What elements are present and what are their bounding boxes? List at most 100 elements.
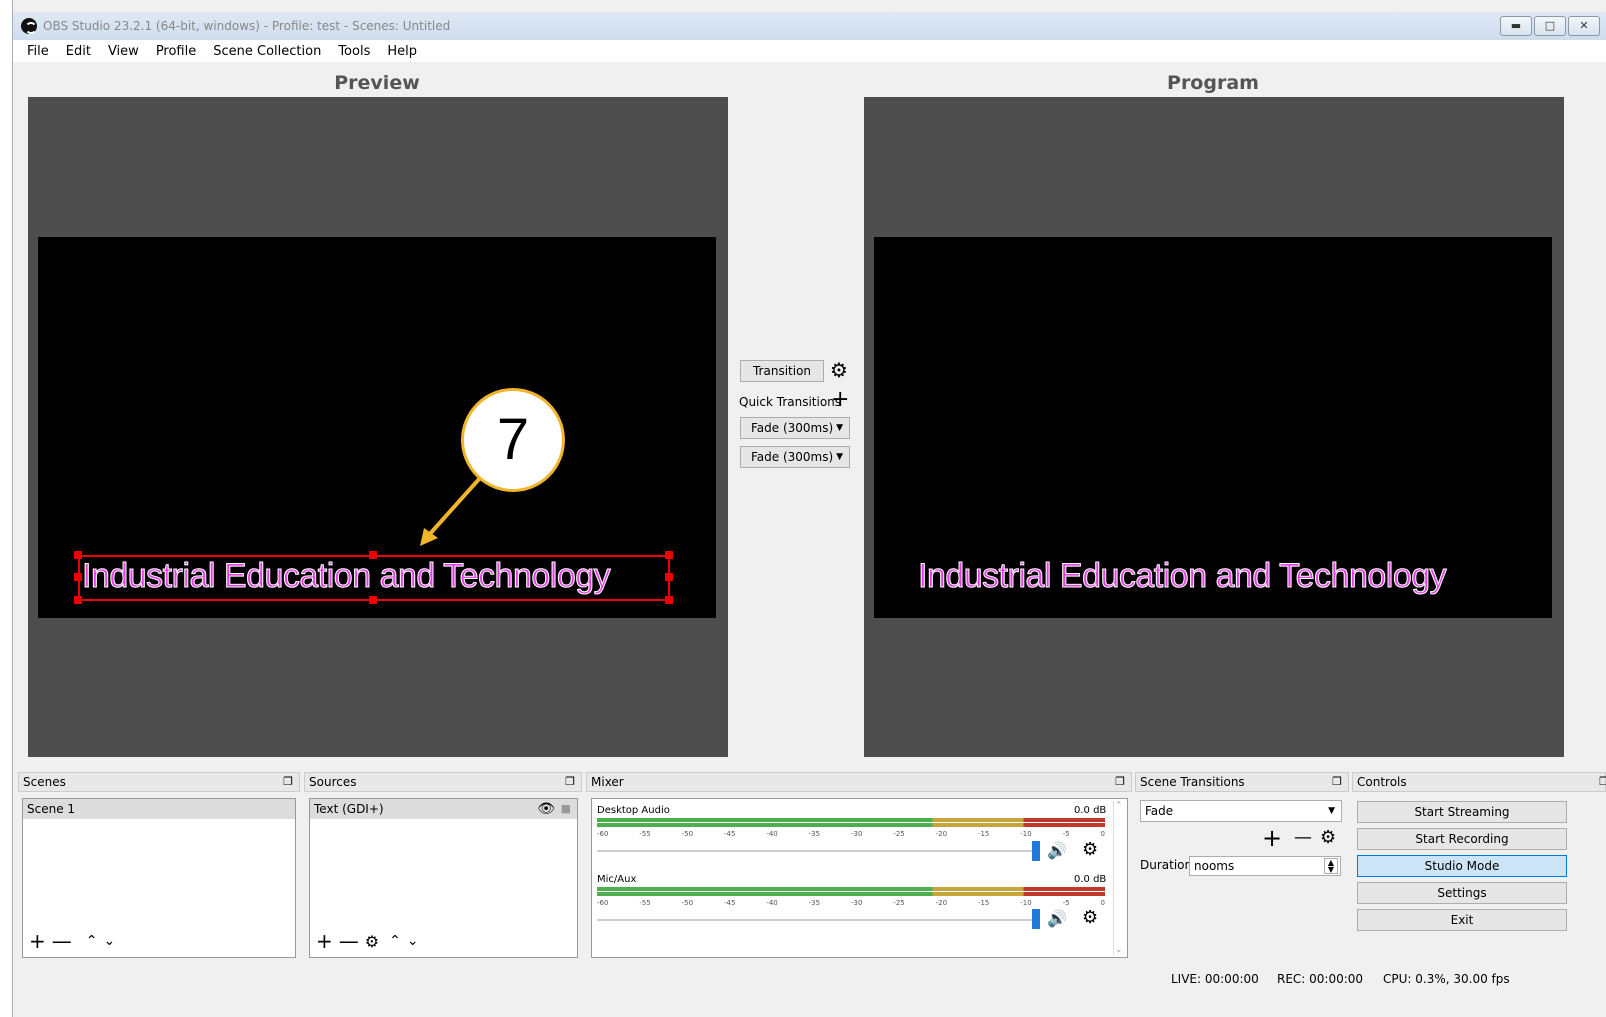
program-text-source: Industrial Education and Technology <box>917 557 1447 596</box>
source-item[interactable]: Text (GDI+) 👁 ■ <box>310 799 577 819</box>
meter-scale: -60 -55 -50 -45 -40 -35 -30 -25 -20 -15 -10 -5 0 <box>597 830 1105 838</box>
float-dock-icon[interactable]: ❐ <box>565 773 575 791</box>
scene-transitions-dock-header: Scene Transitions ❐ <box>1135 772 1349 792</box>
plus-icon[interactable]: + <box>831 387 849 412</box>
transition-select-value: Fade <box>1145 804 1174 818</box>
source-item-label: Text (GDI+) <box>314 802 384 816</box>
scene-transitions-dock-title: Scene Transitions <box>1140 775 1245 789</box>
scenes-list[interactable]: Scene 1 + — ⌃ ⌄ <box>22 798 296 958</box>
fade-dropdown[interactable]: Fade (300ms) ▼ <box>740 446 850 468</box>
mixer-dock-title: Mixer <box>591 775 624 789</box>
volume-meter <box>597 818 1105 830</box>
volume-slider-handle[interactable] <box>1032 841 1040 861</box>
menu-tools[interactable]: Tools <box>338 44 370 59</box>
cpu-fps: CPU: 0.3%, 30.00 fps <box>1383 972 1510 986</box>
resize-handle[interactable] <box>665 573 673 581</box>
speaker-icon[interactable]: 🔊 <box>1047 909 1067 928</box>
controls-dock-header: Controls ❐ <box>1352 772 1606 792</box>
volume-slider-handle[interactable] <box>1032 909 1040 929</box>
transition-select[interactable]: Fade ▼ <box>1140 800 1342 822</box>
float-dock-icon[interactable]: ❐ <box>1332 773 1342 791</box>
resize-handle[interactable] <box>665 596 673 604</box>
menu-edit[interactable]: Edit <box>66 44 91 59</box>
volume-slider[interactable] <box>597 919 1032 921</box>
gear-icon[interactable]: ⚙ <box>365 932 379 951</box>
preview-display[interactable]: Industrial Education and Technology <box>28 97 728 757</box>
mixer-panel: Desktop Audio 0.0 dB -60 -55 -50 -45 -40 -35-… <box>591 798 1128 958</box>
volume-meter <box>597 887 1105 899</box>
preview-text-source: Industrial Education and Technology <box>81 557 611 596</box>
gear-icon[interactable]: ⚙ <box>1320 827 1336 848</box>
start-recording-button[interactable]: Start Recording <box>1357 828 1567 850</box>
remove-source-icon[interactable]: — <box>339 929 359 953</box>
quick-transitions-label: Quick Transitions <box>739 395 842 409</box>
resize-handle[interactable] <box>665 551 673 559</box>
studio-mode-button[interactable]: Studio Mode <box>1357 855 1567 877</box>
sources-list[interactable]: Text (GDI+) 👁 ■ + — ⚙ ⌃ ⌄ <box>309 798 578 958</box>
minimize-button[interactable]: ▬ <box>1500 16 1532 36</box>
float-dock-icon[interactable]: ❐ <box>1115 773 1125 791</box>
step-callout: 7 <box>461 388 565 492</box>
move-down-icon[interactable]: ⌄ <box>407 933 419 949</box>
menu-file[interactable]: File <box>27 44 49 59</box>
settings-button[interactable]: Settings <box>1357 882 1567 904</box>
move-up-icon[interactable]: ⌃ <box>86 933 98 949</box>
menu-profile[interactable]: Profile <box>156 44 196 59</box>
resize-handle[interactable] <box>74 551 82 559</box>
sources-dock-title: Sources <box>309 775 357 789</box>
fade-dropdown-label: Fade (300ms) <box>751 421 834 435</box>
move-up-icon[interactable]: ⌃ <box>389 933 401 949</box>
speaker-icon[interactable]: 🔊 <box>1047 841 1067 860</box>
eye-icon[interactable]: 👁 <box>537 799 555 819</box>
resize-handle[interactable] <box>369 596 377 604</box>
add-scene-icon[interactable]: + <box>29 929 46 953</box>
duration-input[interactable]: nooms ▲ ▼ <box>1189 856 1341 876</box>
menu-bar: File Edit View Profile Scene Collection … <box>13 40 1606 62</box>
menu-scene-collection[interactable]: Scene Collection <box>213 44 321 59</box>
gear-icon[interactable]: ⚙ <box>1082 907 1098 928</box>
controls-dock-title: Controls <box>1357 775 1407 789</box>
move-down-icon[interactable]: ⌄ <box>104 933 116 949</box>
meter-scale: -60 -55 -50 -45 -40 -35 -30 -25 -20 -15 -10 -5 0 <box>597 899 1105 907</box>
volume-slider[interactable] <box>597 850 1032 852</box>
mixer-scrollbar[interactable]: ⌃ ⌄ <box>1113 801 1125 955</box>
lock-icon[interactable]: ■ <box>561 799 571 819</box>
obs-logo-icon <box>21 18 37 34</box>
title-bar: OBS Studio 23.2.1 (64-bit, windows) - Pr… <box>13 12 1606 40</box>
spinner-icon[interactable]: ▲ ▼ <box>1324 858 1338 874</box>
remove-scene-icon[interactable]: — <box>52 929 72 953</box>
menu-help[interactable]: Help <box>387 44 417 59</box>
float-dock-icon[interactable]: ❐ <box>1599 773 1606 791</box>
preview-canvas[interactable]: Industrial Education and Technology <box>38 237 716 618</box>
gear-icon[interactable]: ⚙ <box>1082 839 1098 860</box>
dropdown-arrow-icon: ▼ <box>1328 806 1335 816</box>
scene-item[interactable]: Scene 1 <box>23 799 295 819</box>
transition-panel: Transition ⚙ Quick Transitions + Fade (3… <box>728 357 864 468</box>
fade-dropdown[interactable]: Fade (300ms) ▼ <box>740 417 850 439</box>
duration-value: nooms <box>1194 859 1235 873</box>
start-streaming-button[interactable]: Start Streaming <box>1357 801 1567 823</box>
remove-transition-icon[interactable]: — <box>1294 827 1312 848</box>
duration-label: Duration <box>1140 858 1193 872</box>
live-timer: LIVE: 00:00:00 <box>1171 972 1259 986</box>
dropdown-arrow-icon: ▼ <box>836 452 843 462</box>
transition-button[interactable]: Transition <box>740 360 824 382</box>
status-bar: LIVE: 00:00:00 REC: 00:00:00 CPU: 0.3%, … <box>12 968 1606 992</box>
channel-level: 0.0 dB <box>1074 805 1107 816</box>
resize-handle[interactable] <box>74 596 82 604</box>
channel-name: Mic/Aux <box>597 874 637 885</box>
resize-handle[interactable] <box>74 573 82 581</box>
menu-view[interactable]: View <box>108 44 139 59</box>
program-title: Program <box>1167 72 1259 94</box>
add-transition-icon[interactable]: + <box>1262 824 1282 852</box>
preview-title: Preview <box>334 72 420 94</box>
exit-button[interactable]: Exit <box>1357 909 1567 931</box>
gear-icon[interactable]: ⚙ <box>830 358 848 382</box>
maximize-button[interactable]: □ <box>1534 16 1566 36</box>
add-source-icon[interactable]: + <box>316 929 333 953</box>
close-button[interactable]: ✕ <box>1568 16 1600 36</box>
window-title: OBS Studio 23.2.1 (64-bit, windows) - Pr… <box>43 19 451 33</box>
float-dock-icon[interactable]: ❐ <box>283 773 293 791</box>
dropdown-arrow-icon: ▼ <box>836 423 843 433</box>
scenes-dock-title: Scenes <box>23 775 66 789</box>
